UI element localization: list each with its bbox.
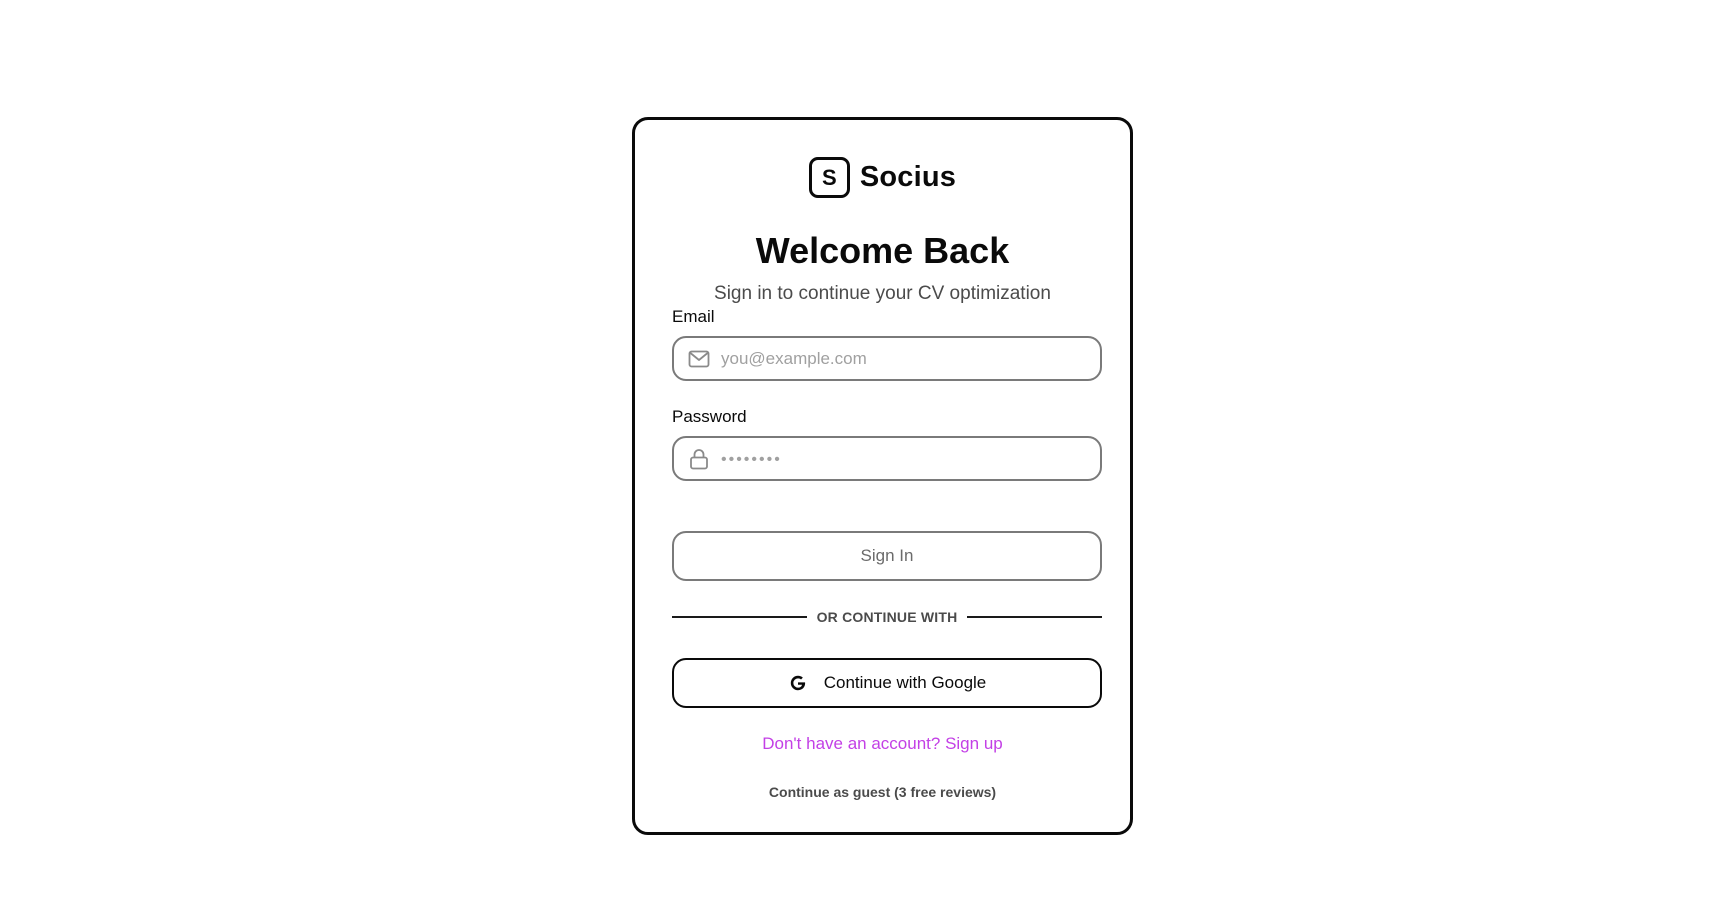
- divider-line-left: [672, 616, 807, 618]
- logo-icon: S: [808, 157, 850, 198]
- login-card: S Socius Welcome Back Sign in to continu…: [632, 117, 1133, 835]
- page-subtitle: Sign in to continue your CV optimization: [714, 283, 1051, 304]
- email-input[interactable]: [721, 338, 1100, 379]
- password-field[interactable]: [672, 436, 1102, 481]
- google-icon: [788, 673, 808, 693]
- email-label: Email: [672, 307, 715, 326]
- page-title: Welcome Back: [755, 230, 1010, 271]
- divider: OR CONTINUE WITH: [672, 609, 1103, 625]
- lock-icon: [687, 447, 711, 471]
- sign-in-button[interactable]: Sign In: [672, 531, 1102, 581]
- divider-text: OR CONTINUE WITH: [816, 609, 958, 625]
- google-sign-in-button[interactable]: Continue with Google: [672, 658, 1102, 708]
- brand: S Socius: [635, 157, 1130, 198]
- email-field[interactable]: [672, 336, 1102, 381]
- divider-line-right: [967, 616, 1103, 618]
- sign-up-link[interactable]: Don't have an account? Sign up: [635, 734, 1130, 754]
- google-button-label: Continue with Google: [823, 673, 987, 692]
- password-input[interactable]: [721, 438, 1100, 479]
- password-label: Password: [672, 407, 747, 426]
- brand-name: Socius: [859, 161, 957, 193]
- mail-icon: [687, 347, 711, 371]
- guest-link[interactable]: Continue as guest (3 free reviews): [635, 784, 1130, 800]
